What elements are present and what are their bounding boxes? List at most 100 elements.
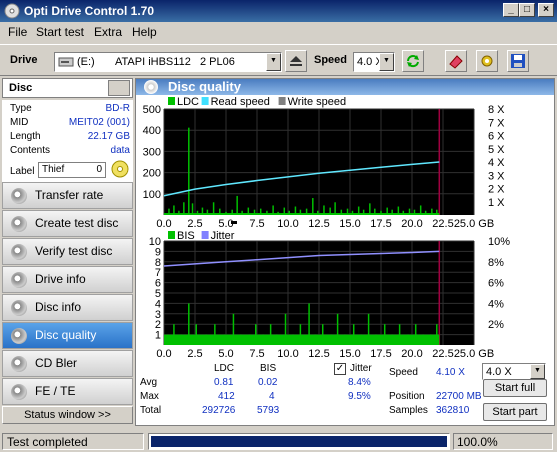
stats-max-ldc: 412	[218, 391, 235, 402]
status-window-button[interactable]: Status window >>	[2, 406, 133, 424]
y-tick-label: 300	[143, 146, 161, 158]
save-button[interactable]	[507, 50, 529, 72]
prop-contents-value: data	[110, 145, 130, 156]
floppy-icon	[511, 54, 525, 68]
y-right-tick-label: 4%	[488, 298, 504, 310]
legend-swatch	[278, 97, 286, 105]
close-button[interactable]: ×	[538, 3, 554, 17]
settings-button[interactable]	[476, 50, 498, 72]
nav-drive-info[interactable]: Drive info	[2, 266, 133, 293]
status-text: Test completed	[2, 433, 144, 450]
y-right-tick-label: 10%	[488, 236, 510, 248]
x-tick-label: 0.0	[156, 218, 171, 229]
x-tick-label: 10.0	[277, 348, 298, 360]
label-input[interactable]: Thief 0	[38, 162, 106, 178]
nav-transfer-rate[interactable]: Transfer rate	[2, 182, 133, 209]
y-right-tick-label: 8 X	[488, 104, 505, 116]
y-right-tick-label: 8%	[488, 257, 504, 269]
disc-header-button[interactable]	[108, 80, 130, 96]
samples-label: Samples	[389, 405, 428, 416]
y-right-tick-label: 1 X	[488, 197, 505, 209]
y-right-tick-label: 5 X	[488, 144, 505, 156]
nav-cd-bler[interactable]: CD Bler	[2, 350, 133, 377]
disc-header-label: Disc	[9, 82, 33, 94]
legend-label: Read speed	[211, 96, 270, 108]
disc-header: Disc	[2, 78, 133, 98]
eject-icon	[290, 56, 302, 66]
legend-label: LDC	[177, 96, 199, 108]
legend-label: Jitter	[211, 230, 235, 242]
refresh-button[interactable]	[402, 50, 424, 72]
nav-label: FE / TE	[35, 384, 76, 398]
disc-icon	[11, 244, 27, 260]
erase-button[interactable]	[445, 50, 467, 72]
disc-icon[interactable]	[111, 160, 129, 178]
start-part-button[interactable]: Start part	[483, 403, 547, 421]
stats-avg-jitter: 8.4%	[348, 377, 371, 388]
disc-icon	[11, 300, 27, 316]
ldc-chart: LDC Read speed Write speed 500 400 300 200 100 0…	[143, 96, 506, 229]
minimize-button[interactable]: _	[503, 3, 519, 17]
x-tick-label: 12.5	[308, 348, 329, 360]
speed-select[interactable]: 4.0 X ▼	[353, 52, 395, 72]
speed-stat-select[interactable]: 4.0 X ▼	[482, 363, 546, 380]
x-tick-label: 12.5	[308, 218, 329, 229]
label-input-value: Thief	[42, 164, 65, 175]
window-title: Opti Drive Control 1.70	[24, 4, 155, 18]
menu-bar: File Start test Extra Help	[0, 22, 557, 42]
legend-swatch	[168, 97, 175, 105]
speed-stat-label: Speed	[389, 367, 418, 378]
label-key: Label	[10, 166, 35, 177]
y-right-tick-label: 2 X	[488, 184, 505, 196]
drive-label: Drive	[10, 54, 38, 66]
y-tick-label: 1	[155, 330, 161, 342]
menu-help[interactable]: Help	[132, 25, 157, 39]
disc-icon	[11, 328, 27, 344]
nav-label: Transfer rate	[35, 188, 104, 202]
position-label: Position	[389, 391, 425, 402]
menu-extra[interactable]: Extra	[94, 25, 122, 39]
x-tick-label: 15.0	[339, 348, 360, 360]
nav-label: Disc info	[35, 300, 82, 314]
menu-file[interactable]: File	[8, 25, 27, 39]
nav-label: Verify test disc	[35, 244, 113, 258]
y-right-tick-label: 6 X	[488, 131, 505, 143]
drive-select[interactable]: (E:) ATAPI iHBS112 2 PL06 ▼	[54, 52, 282, 72]
y-right-tick-label: 7 X	[488, 117, 505, 129]
speed-stat-select-value: 4.0 X	[486, 366, 512, 378]
main-panel: Disc quality LDC Read speed Write speed 500…	[135, 78, 555, 426]
stats-avg-ldc: 0.81	[214, 377, 234, 388]
stats-total-ldc: 292726	[202, 405, 236, 416]
speed-label: Speed	[314, 54, 348, 66]
jitter-label: Jitter	[350, 363, 372, 374]
start-full-button[interactable]: Start full	[483, 379, 547, 397]
nav-disc-quality[interactable]: Disc quality	[2, 322, 133, 349]
x-tick-label: 22.5	[432, 348, 453, 360]
nav-create-test-disc[interactable]: Create test disc	[2, 210, 133, 237]
nav-fe-te[interactable]: FE / TE	[2, 378, 133, 405]
legend-swatch	[201, 97, 209, 105]
y-right-tick-label: 6%	[488, 278, 504, 290]
nav-verify-test-disc[interactable]: Verify test disc	[2, 238, 133, 265]
chevron-down-icon[interactable]: ▼	[379, 53, 394, 71]
chevron-down-icon[interactable]: ▼	[266, 53, 281, 71]
prop-contents-key: Contents	[10, 145, 51, 156]
stats-total-label: Total	[140, 405, 162, 416]
stats-avg-label: Avg	[140, 377, 158, 388]
prop-length-key: Length	[10, 131, 41, 142]
chevron-down-icon[interactable]: ▼	[530, 364, 545, 379]
nav-label: Drive info	[35, 272, 86, 286]
speed-stat-value: 4.10 X	[436, 367, 465, 378]
legend-swatch	[201, 231, 209, 239]
x-tick-label: 20.0	[401, 348, 422, 360]
eject-button[interactable]	[285, 50, 307, 72]
disc-icon	[11, 216, 27, 232]
disc-icon	[11, 384, 27, 400]
maximize-button[interactable]: □	[519, 3, 535, 17]
nav-disc-info[interactable]: Disc info	[2, 294, 133, 321]
disc-icon	[11, 272, 27, 288]
jitter-checkbox[interactable]: ✓	[334, 363, 346, 375]
y-right-tick-label: 3 X	[488, 170, 505, 182]
menu-start-test[interactable]: Start test	[36, 25, 84, 39]
nav-label: Disc quality	[35, 328, 97, 342]
